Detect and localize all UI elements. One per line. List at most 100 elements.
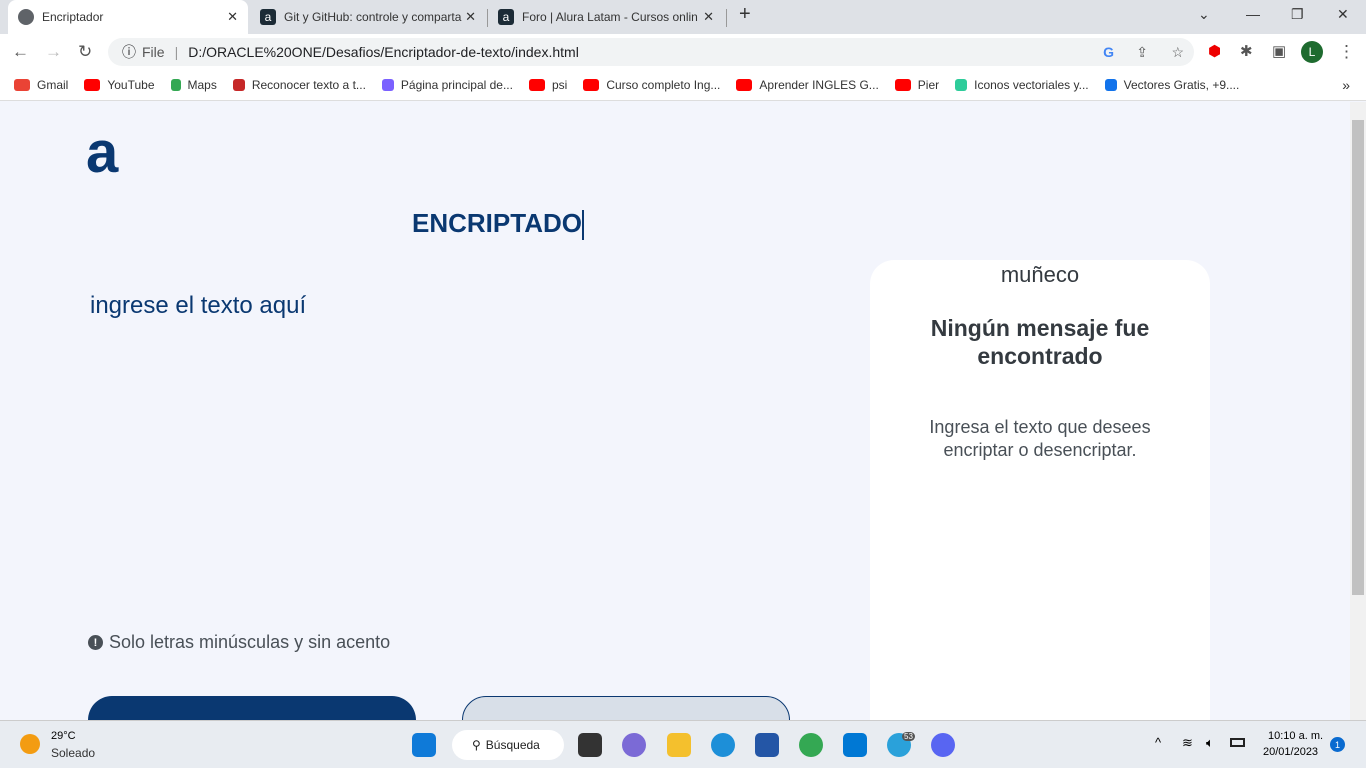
chrome-icon[interactable] xyxy=(799,733,823,757)
tab-title: Git y GitHub: controle y comparta xyxy=(284,10,462,24)
empty-text: Ingresa el texto que desees encriptar o … xyxy=(929,417,1151,460)
forward-button[interactable]: → xyxy=(45,42,62,62)
close-tab-icon[interactable]: ✕ xyxy=(703,9,714,25)
reload-button[interactable]: ↻ xyxy=(78,42,92,62)
minimize-button[interactable]: — xyxy=(1246,6,1260,22)
bookmark[interactable]: Maps xyxy=(170,78,217,92)
exclamation-icon: ! xyxy=(88,635,103,650)
tab-title: Foro | Alura Latam - Cursos onlin xyxy=(522,10,698,24)
tab-title: Encriptador xyxy=(42,10,104,24)
weather-temp[interactable]: 29°C xyxy=(51,730,76,742)
pdf-icon xyxy=(232,79,245,91)
volume-icon[interactable]: 🔈︎ xyxy=(1206,735,1214,751)
bookmark[interactable]: Vectores Gratis, +9.... xyxy=(1104,78,1240,92)
youtube-icon xyxy=(528,79,545,91)
maximize-button[interactable]: ❐ xyxy=(1291,6,1304,23)
bookmark[interactable]: Página principal de... xyxy=(381,78,513,92)
gmail-icon xyxy=(14,79,30,91)
search-icon: ⚲ xyxy=(472,738,481,752)
taskbar-search[interactable]: ⚲ Búsqueda xyxy=(452,730,564,760)
tab-encriptador[interactable]: Encriptador ✕ xyxy=(8,0,248,34)
bookmark-label: Maps xyxy=(187,78,217,92)
bookmark[interactable]: Iconos vectoriales y... xyxy=(955,78,1089,92)
extensions-icon[interactable]: ✱ xyxy=(1240,42,1253,60)
alura-icon: a xyxy=(498,9,514,25)
edge-icon[interactable] xyxy=(711,733,735,757)
info-icon[interactable]: ⓘ xyxy=(122,42,136,62)
bookmark[interactable]: Reconocer texto a t... xyxy=(232,78,366,92)
sun-icon xyxy=(20,734,40,754)
notification-badge[interactable]: 1 xyxy=(1330,737,1345,752)
bookmark[interactable]: Curso completo Ing... xyxy=(583,78,720,92)
bookmark-label: psi xyxy=(551,78,568,92)
bookmark-label: Pier xyxy=(917,78,940,92)
share-icon[interactable]: ⇪ xyxy=(1136,44,1148,61)
search-label: Búsqueda xyxy=(485,738,540,752)
text-input[interactable] xyxy=(90,292,790,592)
alura-icon: a xyxy=(260,9,276,25)
browser-toolbar: ← → ↻ ⓘ File | D:/ORACLE%20ONE/Desafios/… xyxy=(0,34,1366,70)
scheme-label: File xyxy=(142,44,165,60)
scrollbar-thumb[interactable] xyxy=(1352,120,1364,595)
maps-icon xyxy=(170,79,181,91)
side-panel-icon[interactable]: ▣ xyxy=(1272,42,1286,60)
hint-text: Solo letras minúsculas y sin acento xyxy=(109,632,391,652)
menu-icon[interactable]: ⋮ xyxy=(1338,42,1355,62)
bookmark[interactable]: Gmail xyxy=(14,78,68,92)
globe-icon xyxy=(18,9,34,25)
empty-title: Ningún mensaje fue encontrado xyxy=(930,315,1150,369)
alura-logo: a xyxy=(86,120,119,185)
wifi-icon[interactable]: ≋ xyxy=(1182,735,1193,751)
close-window-button[interactable]: ✕ xyxy=(1337,6,1349,23)
tab-divider xyxy=(726,9,727,27)
bookmark[interactable]: psi xyxy=(528,78,568,92)
close-tab-icon[interactable]: ✕ xyxy=(227,9,238,25)
input-hint: ! Solo letras minúsculas y sin acento xyxy=(88,632,390,653)
divider: | xyxy=(174,44,179,60)
text-cursor xyxy=(581,210,584,241)
more-bookmarks-icon[interactable]: » xyxy=(1342,77,1350,93)
weather-text[interactable]: Soleado xyxy=(51,746,95,760)
bookmark-star-icon[interactable]: ☆ xyxy=(1171,44,1184,61)
teams-icon[interactable] xyxy=(622,733,646,757)
tab-search-icon[interactable]: ⌄ xyxy=(1198,6,1210,23)
tab-strip: Encriptador ✕ a Git y GitHub: controle y… xyxy=(0,0,1366,34)
vector-icon xyxy=(1104,79,1117,91)
battery-icon[interactable] xyxy=(1230,738,1245,747)
google-lens-icon[interactable]: G xyxy=(1103,44,1114,60)
clock-time[interactable]: 10:10 a. m. xyxy=(1268,730,1323,742)
file-explorer-icon[interactable] xyxy=(667,733,691,757)
show-hidden-icons[interactable]: ^ xyxy=(1155,735,1161,750)
profile-avatar[interactable]: L xyxy=(1301,41,1323,63)
clock-date[interactable]: 20/01/2023 xyxy=(1263,746,1318,758)
vscode-icon[interactable] xyxy=(843,733,867,757)
output-panel: muñeco Ningún mensaje fue encontrado Ing… xyxy=(870,260,1210,720)
back-button[interactable]: ← xyxy=(12,42,29,62)
bookmark-label: Iconos vectoriales y... xyxy=(974,78,1089,92)
store-icon[interactable] xyxy=(755,733,779,757)
bookmark-label: Reconocer texto a t... xyxy=(251,78,366,92)
tab-foro[interactable]: a Foro | Alura Latam - Cursos onlin ✕ xyxy=(488,0,724,34)
tab-git-github[interactable]: a Git y GitHub: controle y comparta ✕ xyxy=(250,0,486,34)
new-tab-button[interactable]: + xyxy=(739,3,751,26)
bookmark[interactable]: Aprender INGLES G... xyxy=(736,78,879,92)
bookmark-label: Vectores Gratis, +9.... xyxy=(1123,78,1240,92)
page-content: a ENCRIPTADO ! Solo letras minúsculas y s… xyxy=(0,102,1350,763)
broken-image: muñeco xyxy=(1000,262,1080,287)
adblock-icon[interactable]: ⬢ xyxy=(1208,42,1221,60)
youtube-icon xyxy=(736,79,753,91)
bookmark-label: Aprender INGLES G... xyxy=(759,78,879,92)
telegram-badge: 53 xyxy=(902,732,915,741)
page-icon xyxy=(381,79,394,91)
close-tab-icon[interactable]: ✕ xyxy=(465,9,476,25)
scrollbar[interactable] xyxy=(1350,102,1366,720)
bookmark-label: Página principal de... xyxy=(400,78,513,92)
task-view-icon[interactable] xyxy=(578,733,602,757)
address-bar[interactable]: ⓘ File | D:/ORACLE%20ONE/Desafios/Encrip… xyxy=(108,38,1194,66)
start-icon[interactable] xyxy=(412,733,436,757)
bookmark[interactable]: Pier xyxy=(894,78,940,92)
url-text[interactable]: D:/ORACLE%20ONE/Desafios/Encriptador-de-… xyxy=(188,44,579,60)
discord-icon[interactable] xyxy=(931,733,955,757)
bookmarks-bar: Gmail YouTube Maps Reconocer texto a t..… xyxy=(0,70,1366,101)
bookmark[interactable]: YouTube xyxy=(84,78,155,92)
